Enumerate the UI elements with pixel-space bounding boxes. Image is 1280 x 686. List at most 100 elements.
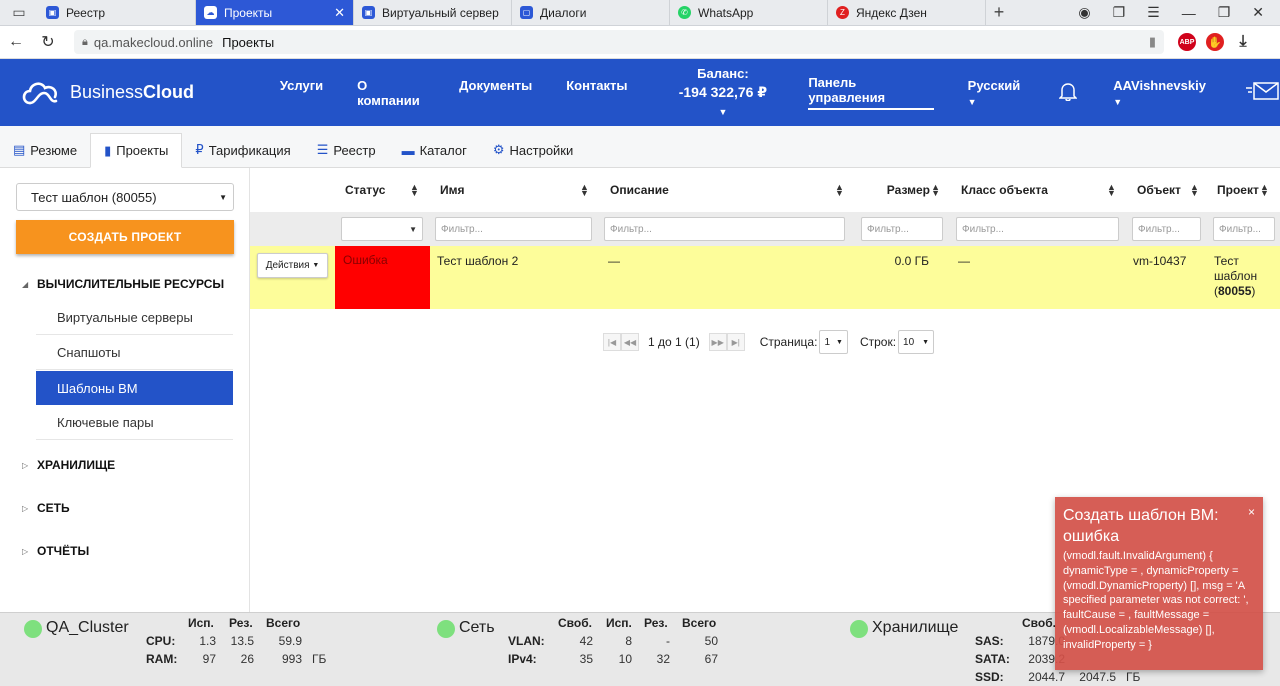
vlan-free: 42 bbox=[579, 634, 593, 648]
adblock-icon[interactable]: ABP bbox=[1178, 33, 1196, 51]
download-icon[interactable]: ⤓ bbox=[1234, 33, 1252, 51]
sidebar-item-virtual-servers[interactable]: Виртуальные серверы bbox=[36, 301, 233, 335]
prev-page-icon[interactable]: ◀◀ bbox=[621, 333, 639, 351]
url-field[interactable]: 🔒︎ qa.makecloud.online Проекты ▮ bbox=[74, 30, 1164, 54]
browser-tab-registry[interactable]: ▣ Реестр bbox=[38, 0, 196, 25]
logo[interactable]: BusinessCloud bbox=[20, 77, 274, 109]
menu-icon[interactable]: ☰ bbox=[1147, 4, 1160, 21]
sidebar-item-key-pairs[interactable]: Ключевые пары bbox=[36, 406, 233, 440]
project-select[interactable]: Тест шаблон (80055) ▼ bbox=[16, 183, 234, 211]
network-header-used: Исп. bbox=[606, 616, 632, 630]
vlan-used: 8 bbox=[625, 634, 632, 648]
project-id: 80055 bbox=[1218, 284, 1252, 298]
tab-close-icon[interactable]: ✕ bbox=[334, 5, 345, 21]
section-network[interactable]: ▷ СЕТЬ bbox=[22, 501, 70, 515]
column-name[interactable]: Имя ▲ ▼ bbox=[440, 168, 590, 212]
browser-tab-dialogs[interactable]: ▢ Диалоги bbox=[512, 0, 670, 25]
menu-contacts[interactable]: Контакты bbox=[566, 78, 627, 108]
registry-favicon-icon: ▣ bbox=[46, 6, 59, 19]
tab-registry[interactable]: ☰ Реестр bbox=[304, 133, 389, 167]
section-reports[interactable]: ▷ ОТЧЁТЫ bbox=[22, 544, 89, 558]
url-page-title: Проекты bbox=[222, 34, 275, 50]
section-compute[interactable]: ◢ ВЫЧИСЛИТЕЛЬНЫЕ РЕСУРСЫ bbox=[22, 277, 224, 291]
vlan-total: 50 bbox=[704, 634, 718, 648]
tab-summary[interactable]: ▤ Резюме bbox=[0, 133, 90, 167]
menu-services[interactable]: Услуги bbox=[280, 78, 323, 108]
actions-dropdown-button[interactable]: Действия ▼ bbox=[257, 253, 328, 278]
ipv4-reserved: 32 bbox=[656, 652, 670, 666]
ram-reserved: 26 bbox=[240, 652, 254, 666]
profile-icon[interactable]: ◉ bbox=[1078, 4, 1090, 21]
column-size[interactable]: Размер ▲ ▼ bbox=[860, 168, 940, 212]
language-label: Русский bbox=[967, 77, 1021, 93]
reload-icon[interactable]: ↻ bbox=[32, 32, 64, 52]
tab-catalog[interactable]: ▬ Каталог bbox=[389, 133, 480, 167]
bell-icon[interactable] bbox=[1058, 81, 1079, 104]
browser-tab-zen[interactable]: Z Яндекс Дзен bbox=[828, 0, 986, 25]
rows-select[interactable]: 10 ▼ bbox=[898, 330, 935, 354]
column-object[interactable]: Объект ▲ ▼ bbox=[1137, 168, 1199, 212]
name-filter-input[interactable]: Фильтр... bbox=[435, 217, 592, 241]
main-menu: Услуги О компании Документы Контакты bbox=[280, 78, 628, 108]
tab-settings[interactable]: ⚙ Настройки bbox=[480, 133, 586, 167]
browser-tab-whatsapp[interactable]: ✆ WhatsApp bbox=[670, 0, 828, 25]
toast-close-icon[interactable]: × bbox=[1248, 505, 1255, 519]
column-description[interactable]: Описание ▲ ▼ bbox=[610, 168, 850, 212]
last-page-icon[interactable]: ▶| bbox=[726, 333, 745, 351]
sidebar-toggle-icon[interactable]: ▭ bbox=[0, 0, 38, 25]
sidebar-item-vm-templates[interactable]: Шаблоны ВМ bbox=[36, 371, 233, 405]
bookmarks-icon[interactable]: ❐ bbox=[1113, 4, 1126, 21]
status-cell-error: Ошибка bbox=[335, 246, 430, 309]
sort-icon: ▲ ▼ bbox=[931, 182, 940, 198]
user-dropdown[interactable]: AAVishnevskiy ▼ bbox=[1113, 78, 1216, 108]
table-row[interactable]: Действия ▼ Ошибка Тест шаблон 2 — 0.0 ГБ… bbox=[250, 246, 1280, 309]
balance[interactable]: Баланс: -194 322,76 ₽ ▼ bbox=[674, 65, 773, 121]
sidebar-item-label: Виртуальные серверы bbox=[57, 310, 193, 325]
cpu-used: 1.3 bbox=[199, 634, 216, 648]
tab-billing[interactable]: ₽ Тарификация bbox=[182, 133, 303, 167]
browser-tab-virtual-server[interactable]: ▣ Виртуальный сервер bbox=[354, 0, 512, 25]
create-project-button[interactable]: СОЗДАТЬ ПРОЕКТ bbox=[16, 220, 234, 254]
sidebar-item-snapshots[interactable]: Снапшоты bbox=[36, 336, 233, 370]
column-project[interactable]: Проект ▲ ▼ bbox=[1217, 168, 1272, 212]
column-status[interactable]: Статус ▲ ▼ bbox=[345, 168, 420, 212]
language-dropdown[interactable]: Русский ▼ bbox=[968, 78, 1032, 108]
new-tab-plus-icon[interactable]: + bbox=[986, 0, 1012, 25]
tab-label: Яндекс Дзен bbox=[856, 5, 927, 20]
pagination: |◀ ◀◀ 1 до 1 (1) ▶▶ ▶| Страница: 1 ▼ Стро… bbox=[603, 330, 935, 354]
object-class-filter-input[interactable]: Фильтр... bbox=[956, 217, 1119, 241]
bar-chart-icon: ▮ bbox=[104, 142, 112, 158]
mail-icon[interactable] bbox=[1246, 81, 1280, 104]
column-object-class[interactable]: Класс объекта ▲ ▼ bbox=[961, 168, 1121, 212]
page-select[interactable]: 1 ▼ bbox=[819, 330, 848, 354]
project-filter-input[interactable]: Фильтр... bbox=[1213, 217, 1275, 241]
tab-projects[interactable]: ▮ Проекты bbox=[90, 133, 183, 168]
triangle-right-icon: ▷ bbox=[22, 503, 29, 513]
section-storage[interactable]: ▷ ХРАНИЛИЩЕ bbox=[22, 458, 115, 472]
control-panel-link[interactable]: Панель управления bbox=[808, 75, 934, 110]
bookmark-icon[interactable]: ▮ bbox=[1149, 34, 1156, 50]
status-filter-select[interactable]: ▼ bbox=[341, 217, 423, 241]
next-page-icon[interactable]: ▶▶ bbox=[708, 333, 727, 351]
minimize-icon[interactable]: — bbox=[1182, 5, 1196, 21]
caret-down-icon: ▼ bbox=[312, 262, 320, 269]
back-arrow-icon[interactable]: ← bbox=[0, 33, 32, 51]
browser-tab-projects[interactable]: ☁ Проекты ✕ bbox=[196, 0, 354, 25]
size-filter-input[interactable]: Фильтр... bbox=[861, 217, 943, 241]
restore-icon[interactable]: ❐ bbox=[1218, 4, 1231, 21]
description-filter-input[interactable]: Фильтр... bbox=[604, 217, 845, 241]
storage-header-free: Своб. bbox=[1022, 616, 1056, 630]
stop-icon[interactable]: ✋ bbox=[1206, 33, 1224, 51]
object-filter-input[interactable]: Фильтр... bbox=[1132, 217, 1201, 241]
zen-favicon-icon: Z bbox=[836, 6, 849, 19]
sort-icon: ▲ ▼ bbox=[580, 182, 589, 198]
column-label: Размер bbox=[886, 183, 930, 197]
menu-documents[interactable]: Документы bbox=[459, 78, 532, 108]
first-page-icon[interactable]: |◀ bbox=[603, 333, 621, 351]
menu-about[interactable]: О компании bbox=[357, 78, 425, 108]
column-label: Описание bbox=[610, 183, 669, 197]
caret-down-icon: ▼ bbox=[836, 338, 843, 346]
cloud-logo-icon bbox=[22, 81, 58, 104]
rows-label: Строк: bbox=[859, 335, 897, 349]
close-window-icon[interactable]: ✕ bbox=[1252, 4, 1264, 21]
